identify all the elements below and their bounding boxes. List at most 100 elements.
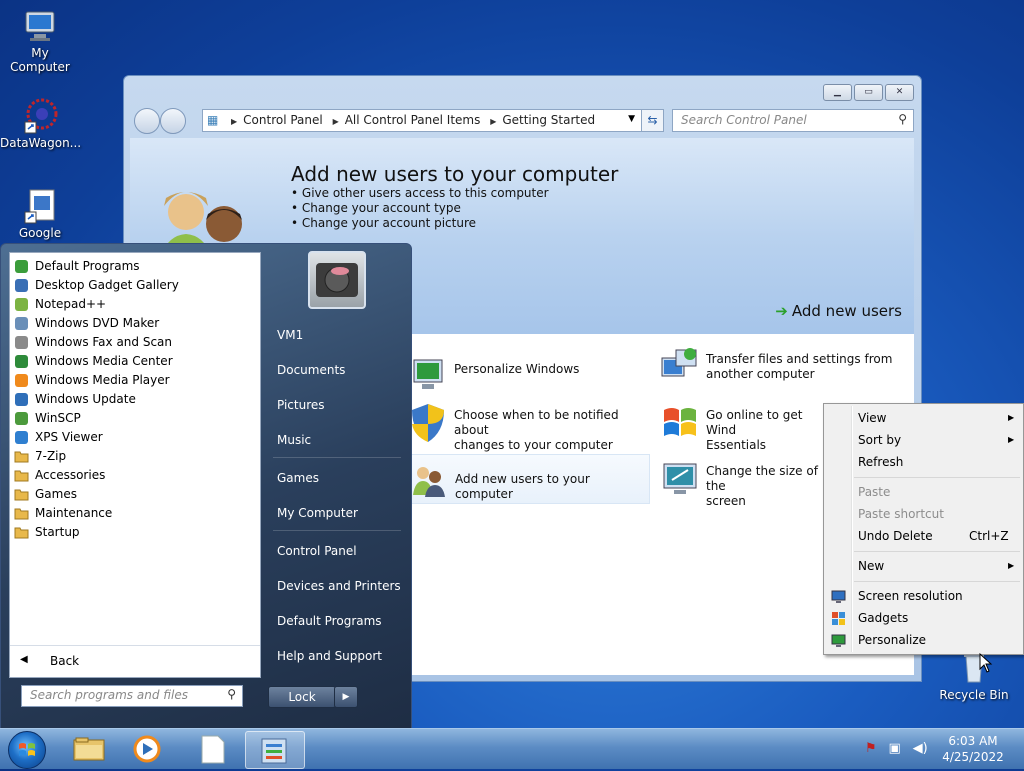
lock-button[interactable]: Lock — [268, 686, 336, 708]
menu-item-screen-resolution[interactable]: Screen resolution — [858, 589, 963, 603]
menu-item-personalize[interactable]: Personalize — [858, 633, 926, 647]
clock[interactable]: 6:03 AM 4/25/2022 — [938, 733, 1008, 765]
search-input[interactable]: Search Control Panel ⚲ — [672, 109, 914, 132]
program-item[interactable]: Startup — [14, 523, 254, 542]
task-label: Transfer files and settings from — [706, 352, 893, 366]
action-center-flag-icon[interactable]: ⚑ — [865, 741, 877, 756]
program-item[interactable]: Desktop Gadget Gallery — [14, 276, 254, 295]
task-windows-essentials[interactable]: Go online to get Wind Essentials — [660, 400, 830, 452]
folder-icon — [14, 506, 29, 521]
taskbar-explorer-button[interactable] — [62, 731, 116, 767]
desktop-icon-datawagon[interactable]: DataWagon... — [0, 98, 82, 150]
personalize-icon — [831, 633, 846, 648]
menu-item-label: Gadgets — [858, 611, 909, 625]
task-uac[interactable]: Choose when to be notified about changes … — [408, 400, 648, 452]
notepadpp-icon — [14, 297, 29, 312]
desktop-icon-label: DataWagon... — [0, 136, 82, 150]
program-item[interactable]: Windows Update — [14, 390, 254, 409]
volume-icon[interactable]: ◀) — [913, 741, 928, 756]
start-link-pictures[interactable]: Pictures — [277, 398, 325, 412]
taskbar-control-panel-button[interactable] — [245, 731, 305, 769]
close-button[interactable]: ✕ — [885, 84, 914, 101]
program-item[interactable]: Windows Fax and Scan — [14, 333, 254, 352]
menu-item-new[interactable]: New ▶ — [858, 559, 1014, 573]
breadcrumb-item[interactable]: Control Panel — [243, 113, 323, 127]
back-button[interactable]: ◀ Back — [10, 645, 260, 678]
program-item[interactable]: 7-Zip — [14, 447, 254, 466]
start-button[interactable] — [8, 731, 46, 769]
menu-item-sort-by[interactable]: Sort by ▶ — [858, 433, 1014, 447]
search-icon[interactable]: ⚲ — [898, 112, 907, 126]
program-item[interactable]: Windows DVD Maker — [14, 314, 254, 333]
chevron-down-icon[interactable]: ▼ — [628, 114, 635, 124]
submenu-arrow-icon: ▶ — [1008, 413, 1015, 422]
program-label: Windows Media Player — [35, 373, 170, 387]
task-label: Choose when to be notified about — [454, 408, 619, 437]
start-link-control-panel[interactable]: Control Panel — [277, 544, 357, 558]
back-label: Back — [50, 654, 80, 668]
program-item[interactable]: Windows Media Center — [14, 352, 254, 371]
banner-bullet: Give other users access to this computer — [291, 186, 549, 201]
forward-button[interactable] — [160, 108, 186, 134]
task-label: Add new users to your computer — [455, 472, 590, 501]
breadcrumb-item[interactable]: Getting Started — [502, 113, 595, 127]
desktop-icon-recycle-bin[interactable]: Recycle Bin — [934, 650, 1014, 702]
mouse-cursor-icon — [979, 652, 993, 676]
program-item[interactable]: Maintenance — [14, 504, 254, 523]
start-link-devices-and-printers[interactable]: Devices and Printers — [277, 579, 401, 593]
address-bar[interactable]: ▦ ▶ Control Panel ▶ All Control Panel Item… — [202, 109, 642, 132]
menu-item-undo-delete[interactable]: Undo Delete Ctrl+Z — [858, 529, 1018, 543]
program-label: Desktop Gadget Gallery — [35, 278, 179, 292]
desktop-icon-google[interactable]: Google — [0, 188, 80, 240]
program-item[interactable]: Accessories — [14, 466, 254, 485]
folder-icon — [14, 449, 29, 464]
program-item[interactable]: Games — [14, 485, 254, 504]
taskbar-media-player-button[interactable] — [120, 731, 174, 767]
user-picture[interactable] — [308, 251, 366, 309]
program-item[interactable]: Windows Media Player — [14, 371, 254, 390]
task-personalize[interactable]: Personalize Windows — [408, 352, 648, 396]
desktop-icon-label: My Computer — [10, 46, 70, 74]
screen-resolution-icon — [831, 589, 846, 604]
start-link-music[interactable]: Music — [277, 433, 311, 447]
task-add-users[interactable]: Add new users to your computer — [408, 454, 650, 504]
start-link-default-programs[interactable]: Default Programs — [277, 614, 382, 628]
windows-flag-icon — [660, 400, 700, 444]
task-screen-size[interactable]: Change the size of the screen — [660, 456, 830, 508]
start-link-documents[interactable]: Documents — [277, 363, 345, 377]
start-link-vm1[interactable]: VM1 — [277, 328, 303, 342]
add-new-users-link[interactable]: ➔ Add new users — [775, 302, 902, 320]
start-link-help-and-support[interactable]: Help and Support — [277, 649, 382, 663]
submenu-arrow-icon: ▶ — [1008, 561, 1015, 570]
back-button[interactable] — [134, 108, 160, 134]
media-center-icon — [14, 354, 29, 369]
shutdown-options-button[interactable]: ▶ — [334, 686, 358, 708]
taskbar-document-button[interactable] — [186, 731, 240, 767]
program-item[interactable]: XPS Viewer — [14, 428, 254, 447]
menu-item-view[interactable]: View ▶ — [858, 411, 1014, 425]
task-transfer[interactable]: Transfer files and settings from another … — [660, 344, 910, 388]
maximize-button[interactable]: ▭ — [854, 84, 883, 101]
start-link-games[interactable]: Games — [277, 471, 319, 485]
search-icon[interactable]: ⚲ — [227, 687, 236, 701]
search-placeholder: Search Control Panel — [681, 113, 807, 127]
program-item[interactable]: WinSCP — [14, 409, 254, 428]
menu-item-paste-shortcut: Paste shortcut — [858, 507, 944, 521]
start-search-input[interactable]: Search programs and files ⚲ — [21, 685, 243, 707]
menu-separator — [854, 581, 1020, 582]
personalize-icon — [408, 352, 448, 396]
menu-item-refresh[interactable]: Refresh — [858, 455, 903, 469]
program-item[interactable]: Notepad++ — [14, 295, 254, 314]
desktop-icon-label: Recycle Bin — [939, 688, 1009, 702]
menu-item-gadgets[interactable]: Gadgets — [858, 611, 908, 625]
desktop-icon-my-computer[interactable]: My Computer — [0, 8, 80, 74]
task-label: another computer — [706, 367, 815, 381]
transfer-icon — [660, 344, 700, 388]
start-link-my-computer[interactable]: My Computer — [277, 506, 358, 520]
breadcrumb-item[interactable]: All Control Panel Items — [345, 113, 481, 127]
program-item[interactable]: Default Programs — [14, 257, 254, 276]
menu-separator — [854, 551, 1020, 552]
minimize-button[interactable]: ▁ — [823, 84, 852, 101]
refresh-button[interactable]: ⇆ — [641, 109, 664, 132]
network-icon[interactable]: ▣ — [888, 741, 900, 756]
